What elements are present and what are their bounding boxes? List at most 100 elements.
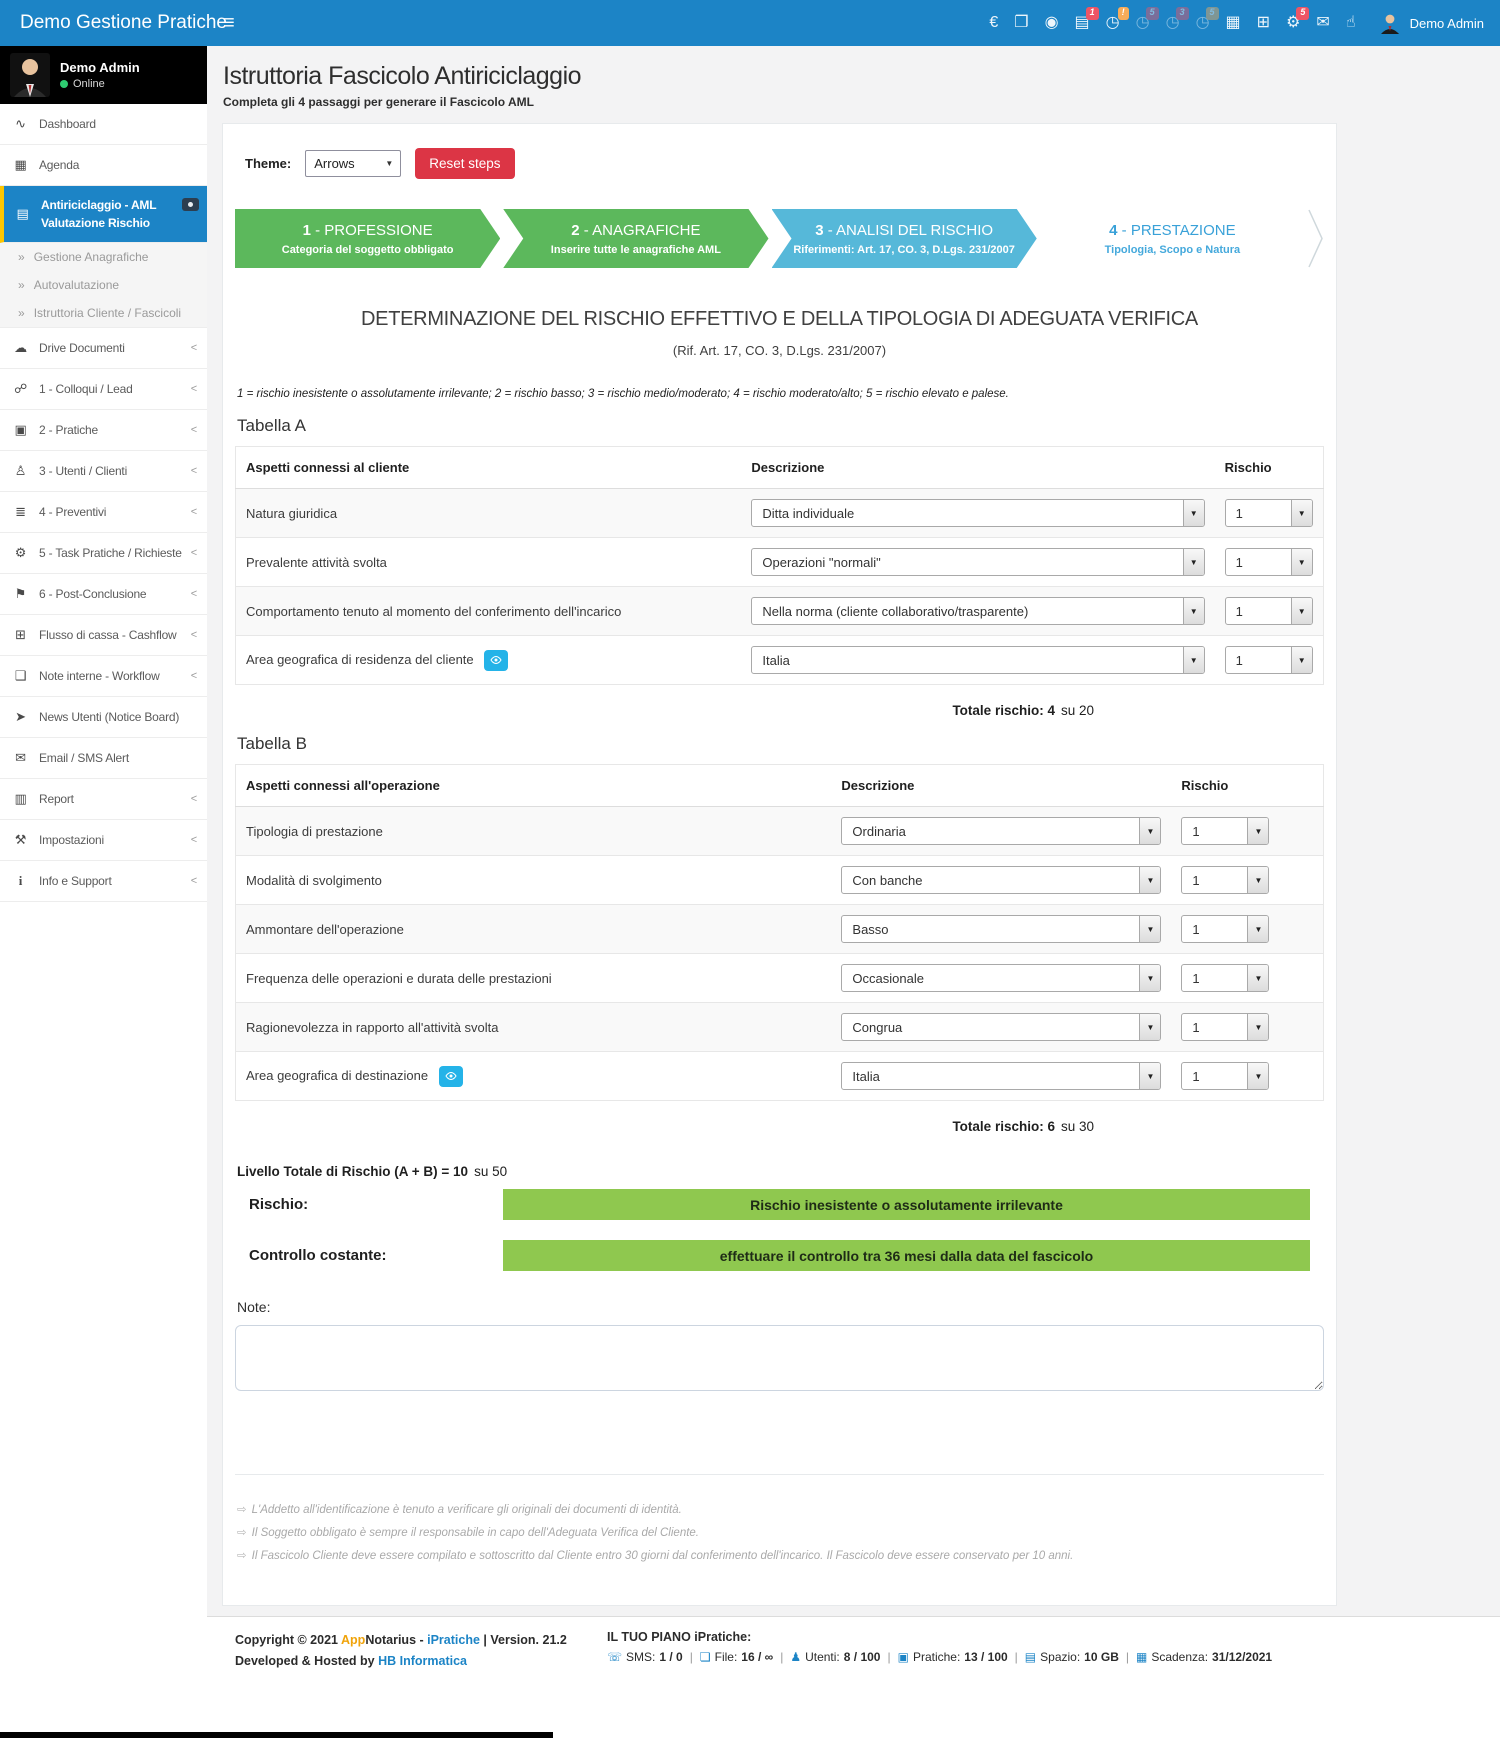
- top-navbar: Demo Gestione Pratiche ≡ € ❐ ◉ ▤1 ◷! ◷5 …: [0, 0, 1500, 46]
- gears-icon[interactable]: ⚙5: [1286, 15, 1300, 31]
- submenu-item-gestione-anagrafiche[interactable]: »Gestione Anagrafiche: [0, 243, 207, 271]
- sidebar-item-pratiche[interactable]: ▣ 2 - Pratiche <: [0, 410, 207, 451]
- wizard-step-1-professione[interactable]: 1 - PROFESSIONE Categoria del soggetto o…: [235, 209, 500, 268]
- risk-scale-legend: 1 = rischio inesistente o assolutamente …: [237, 388, 1324, 400]
- tipologia-prestazione-select[interactable]: Ordinaria▼: [841, 817, 1161, 845]
- frequenza-operazioni-risk-select[interactable]: 1▼: [1181, 964, 1269, 992]
- residenza-select[interactable]: Italia▼: [751, 646, 1204, 674]
- plan-title: IL TUO PIANO iPratiche:: [607, 1630, 1272, 1644]
- sidebar-item-antiriciclaggio-aml[interactable]: ▤ Antiriciclaggio - AML Valutazione Risc…: [0, 186, 207, 243]
- sidebar-item-impostazioni[interactable]: ⚒ Impostazioni <: [0, 820, 207, 861]
- modalita-svolgimento-risk-select[interactable]: 1▼: [1181, 866, 1269, 894]
- constant-control-label: Controllo costante:: [235, 1247, 503, 1264]
- destinazione-eye-button[interactable]: [439, 1066, 463, 1087]
- footer-copyright: Copyright © 2021 AppNotarius - iPratiche…: [235, 1630, 607, 1738]
- product-link[interactable]: iPratiche: [427, 1633, 480, 1647]
- sidebar-item-dashboard[interactable]: ∿ Dashboard: [0, 104, 207, 145]
- residenza-risk-select[interactable]: 1▼: [1225, 646, 1313, 674]
- aspect-label: Modalità di svolgimento: [236, 856, 832, 905]
- wizard-step-2-anagrafiche[interactable]: 2 - ANAGRAFICHE Inserire tutte le anagra…: [503, 209, 768, 268]
- sidebar-item-info-support[interactable]: i Info e Support <: [0, 861, 207, 902]
- chevron-down-icon: ▼: [1291, 500, 1312, 526]
- hamburger-menu-icon[interactable]: ≡: [223, 12, 235, 35]
- eye-icon[interactable]: ◉: [1045, 15, 1059, 31]
- chevron-left-icon: <: [191, 383, 197, 395]
- sidebar-item-colloqui-lead[interactable]: ☍ 1 - Colloqui / Lead <: [0, 369, 207, 410]
- ragionevolezza-risk-select[interactable]: 1▼: [1181, 1013, 1269, 1041]
- envelope-icon[interactable]: ✉: [1316, 15, 1329, 31]
- sidebar-item-news-utenti[interactable]: ➤ News Utenti (Notice Board): [0, 697, 207, 738]
- chevron-left-icon: <: [191, 793, 197, 805]
- table-a-header-risk: Rischio: [1215, 447, 1324, 489]
- table-a-header-desc: Descrizione: [741, 447, 1214, 489]
- table-row: Frequenza delle operazioni e durata dell…: [236, 954, 1324, 1003]
- risk-result-label: Rischio:: [235, 1196, 503, 1213]
- chevron-down-icon: ▼: [1183, 549, 1204, 575]
- sidebar-item-preventivi[interactable]: ≣ 4 - Preventivi <: [0, 492, 207, 533]
- navbar-user[interactable]: Demo Admin: [1378, 11, 1484, 35]
- chevron-down-icon: ▼: [1183, 500, 1204, 526]
- table-row: Tipologia di prestazione Ordinaria▼ 1▼: [236, 807, 1324, 856]
- news-icon[interactable]: ▤1: [1075, 15, 1090, 31]
- hb-informatica-link[interactable]: HB Informatica: [378, 1654, 467, 1668]
- tipologia-prestazione-risk-select[interactable]: 1▼: [1181, 817, 1269, 845]
- clock-red3-icon[interactable]: ◷3: [1166, 15, 1180, 31]
- brand-title: Demo Gestione Pratiche: [20, 12, 227, 34]
- briefcase-icon: ▣: [12, 422, 29, 438]
- aspect-label: Comportamento tenuto al momento del conf…: [236, 587, 742, 636]
- sidebar-item-drive-documenti[interactable]: ☁ Drive Documenti <: [0, 328, 207, 369]
- note-textarea[interactable]: [235, 1325, 1324, 1391]
- sidebar-item-report[interactable]: ▥ Report <: [0, 779, 207, 820]
- folder-icon[interactable]: ❐: [1014, 15, 1028, 31]
- destinazione-select[interactable]: Italia▼: [841, 1062, 1161, 1090]
- sidebar-item-utenti-clienti[interactable]: ♙ 3 - Utenti / Clienti <: [0, 451, 207, 492]
- chevron-left-icon: <: [191, 506, 197, 518]
- stat-pratiche: ▣Pratiche:13 / 100: [898, 1650, 1008, 1664]
- frequenza-operazioni-select[interactable]: Occasionale▼: [841, 964, 1161, 992]
- disclaimer-line: ⇨Il Fascicolo Cliente deve essere compil…: [237, 1548, 1324, 1562]
- reset-steps-button[interactable]: Reset steps: [415, 148, 514, 179]
- sidebar-user-panel[interactable]: Demo Admin Online: [0, 46, 207, 104]
- wizard-step-3-analisi-rischio[interactable]: 3 - ANALISI DEL RISCHIO Riferimenti: Art…: [772, 209, 1037, 268]
- sidebar-item-agenda[interactable]: ▦ Agenda: [0, 145, 207, 186]
- aspect-label: Tipologia di prestazione: [236, 807, 832, 856]
- sidebar-item-cashflow[interactable]: ⊞ Flusso di cassa - Cashflow <: [0, 615, 207, 656]
- app-brand[interactable]: Demo Gestione Pratiche: [0, 0, 207, 46]
- sidebar-item-task-pratiche[interactable]: ⚙ 5 - Task Pratiche / Richieste <: [0, 533, 207, 574]
- navbar-actions: € ❐ ◉ ▤1 ◷! ◷5 ◷3 ◷5 ▦ ⊞ ⚙5 ✉ ☝ Demo Adm…: [981, 11, 1500, 35]
- info-icon: i: [12, 873, 29, 889]
- destinazione-risk-select[interactable]: 1▼: [1181, 1062, 1269, 1090]
- attivita-svolta-risk-select[interactable]: 1▼: [1225, 548, 1313, 576]
- sidebar-item-email-sms-alert[interactable]: ✉ Email / SMS Alert: [0, 738, 207, 779]
- ammontare-operazione-risk-select[interactable]: 1▼: [1181, 915, 1269, 943]
- file-icon: ❏: [700, 1650, 711, 1664]
- calendar-icon[interactable]: ▦: [1226, 15, 1241, 31]
- natura-giuridica-select[interactable]: Ditta individuale▼: [751, 499, 1204, 527]
- submenu-item-autovalutazione[interactable]: »Autovalutazione: [0, 271, 207, 299]
- envelope-icon: ✉: [12, 750, 29, 766]
- natura-giuridica-risk-select[interactable]: 1▼: [1225, 499, 1313, 527]
- sidebar-item-post-conclusione[interactable]: ⚑ 6 - Post-Conclusione <: [0, 574, 207, 615]
- ammontare-operazione-select[interactable]: Basso▼: [841, 915, 1161, 943]
- theme-select[interactable]: Arrows ▼: [305, 150, 401, 177]
- submenu-item-istruttoria-cliente[interactable]: »Istruttoria Cliente / Fascicoli: [0, 299, 207, 327]
- clock-red5-icon[interactable]: ◷5: [1136, 15, 1150, 31]
- modalita-svolgimento-select[interactable]: Con banche▼: [841, 866, 1161, 894]
- comportamento-risk-select[interactable]: 1▼: [1225, 597, 1313, 625]
- hand-icon[interactable]: ☝: [1346, 15, 1356, 31]
- aml-preview-icon[interactable]: [182, 198, 199, 211]
- wizard-step-4-prestazione[interactable]: 4 - PRESTAZIONE Tipologia, Scopo e Natur…: [1040, 209, 1305, 268]
- clock-alert-icon[interactable]: ◷!: [1106, 15, 1120, 31]
- calendar-grid-icon[interactable]: ⊞: [1257, 15, 1270, 31]
- clock-orange5-icon[interactable]: ◷5: [1196, 15, 1210, 31]
- table-row: Ammontare dell'operazione Basso▼ 1▼: [236, 905, 1324, 954]
- ragionevolezza-select[interactable]: Congrua▼: [841, 1013, 1161, 1041]
- comportamento-select[interactable]: Nella norma (cliente collaborativo/trasp…: [751, 597, 1204, 625]
- wizard-toolbar: Theme: Arrows ▼ Reset steps: [245, 148, 1324, 179]
- euro-icon[interactable]: €: [989, 15, 998, 31]
- attivita-svolta-select[interactable]: Operazioni "normali"▼: [751, 548, 1204, 576]
- residenza-eye-button[interactable]: [484, 650, 508, 671]
- stat-file: ❏File:16 / ∞: [700, 1650, 773, 1664]
- sidebar-item-note-interne[interactable]: ❑ Note interne - Workflow <: [0, 656, 207, 697]
- user-avatar: [1378, 11, 1402, 35]
